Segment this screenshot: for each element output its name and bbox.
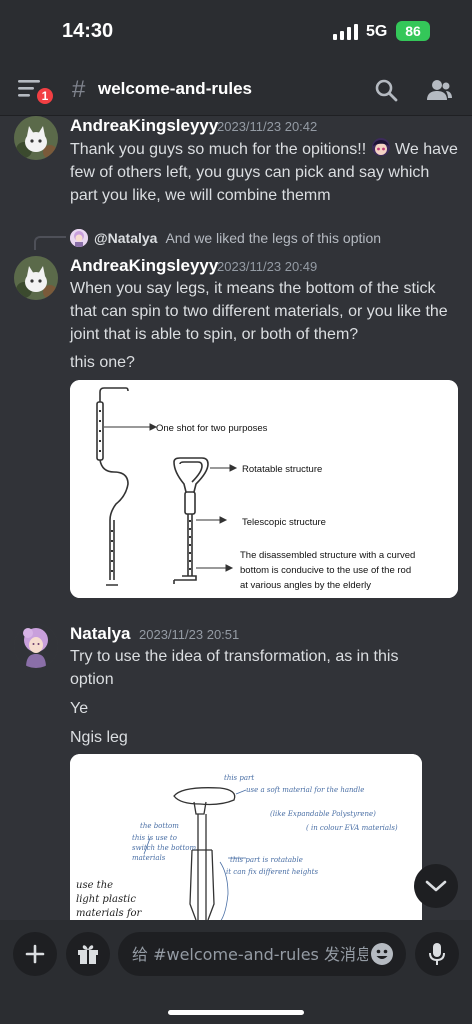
- network-type: 5G: [366, 23, 388, 40]
- search-icon[interactable]: [374, 78, 398, 102]
- message-content: When you say legs, it means the bottom o…: [70, 280, 448, 343]
- message-timestamp: 2023/11/23 20:42: [217, 119, 318, 134]
- sketch-note: use a soft material for the handle: [246, 786, 364, 794]
- sketch-note: the bottom: [140, 822, 179, 830]
- message-input[interactable]: [132, 932, 368, 976]
- message-author[interactable]: AndreaKingsleyyy: [70, 256, 218, 276]
- message-content: this one?: [70, 354, 135, 371]
- reply-preview[interactable]: @Natalya And we liked the legs of this o…: [70, 228, 381, 248]
- message-timestamp: 2023/11/23 20:51: [139, 627, 240, 642]
- message-timestamp: 2023/11/23 20:49: [217, 259, 318, 274]
- message-content: Try to use the idea of transformation, a…: [70, 648, 399, 688]
- cat-avatar-icon: [14, 256, 58, 300]
- channel-title[interactable]: welcome-and-rules: [98, 79, 252, 99]
- diagram-label: One shot for two purposes: [156, 423, 268, 434]
- unread-badge: 1: [35, 86, 55, 106]
- avatar[interactable]: [14, 256, 58, 300]
- message-content: Ye: [70, 700, 89, 717]
- voice-message-button[interactable]: [415, 932, 459, 976]
- sketch-note: (like Expandable Polystyrene): [270, 810, 376, 818]
- add-button[interactable]: [13, 932, 57, 976]
- microphone-icon: [429, 943, 445, 965]
- girl-avatar-icon: [70, 229, 88, 247]
- message-author[interactable]: Natalya: [70, 624, 130, 644]
- image-attachment[interactable]: One shot for two purposes Rotatable stru…: [70, 380, 458, 598]
- reply-text: And we liked the legs of this option: [165, 230, 382, 246]
- diagram-label: at various angles by the elderly: [240, 580, 371, 591]
- channel-header: 1 # welcome-and-rules: [0, 62, 472, 116]
- gift-button[interactable]: [66, 932, 110, 976]
- home-indicator[interactable]: [168, 1010, 304, 1015]
- battery-level: 86: [405, 23, 421, 39]
- sketch-note: it can fix different heights: [226, 868, 318, 876]
- battery-icon: 86: [396, 21, 430, 41]
- gift-icon: [78, 945, 98, 964]
- channel-hash-icon: #: [72, 76, 86, 103]
- status-time: 14:30: [62, 20, 114, 42]
- scroll-to-bottom-button[interactable]: [414, 864, 458, 908]
- message-content: Thank you guys so much for the opitions!…: [70, 137, 460, 207]
- anime-emoji-icon: [371, 138, 390, 156]
- message-composer-bar: [0, 920, 472, 1024]
- avatar[interactable]: [14, 116, 58, 160]
- diagram-label: Telescopic structure: [242, 517, 326, 528]
- sketch-note: materials for: [76, 908, 143, 919]
- cellular-signal-icon: [333, 24, 358, 40]
- reply-connector: [34, 236, 66, 250]
- emoji-icon[interactable]: [370, 942, 394, 966]
- sketch-note: this part is rotatable: [230, 856, 303, 864]
- diagram-label: bottom is conducive to the use of the ro…: [240, 565, 411, 576]
- reply-mention[interactable]: @Natalya: [94, 230, 157, 246]
- diagram-label: The disassembled structure with a curved: [240, 550, 415, 561]
- sketch-note: light plastic: [76, 894, 136, 905]
- cat-avatar-icon: [14, 116, 58, 160]
- plus-icon: [25, 944, 45, 964]
- sketch-note: ( in colour EVA materials): [306, 824, 398, 832]
- avatar[interactable]: [14, 624, 58, 668]
- status-bar: 14:30 5G 86: [0, 0, 472, 62]
- sketch-note: this part: [224, 774, 254, 782]
- girl-avatar-icon: [14, 624, 58, 668]
- sketch-note: this is use to: [132, 834, 177, 842]
- cane-sketch: this part use a soft material for the ha…: [70, 754, 422, 934]
- message-author[interactable]: AndreaKingsleyyy: [70, 116, 218, 136]
- sketch-note: materials: [132, 854, 166, 862]
- members-icon[interactable]: [426, 78, 452, 102]
- reply-avatar: [70, 229, 88, 247]
- diagram-label: Rotatable structure: [242, 464, 322, 475]
- cane-diagram: One shot for two purposes Rotatable stru…: [70, 380, 458, 598]
- image-attachment[interactable]: this part use a soft material for the ha…: [70, 754, 422, 934]
- sketch-note: use the: [76, 880, 113, 891]
- sketch-note: switch the bottom: [132, 844, 197, 852]
- message-input-box[interactable]: [118, 932, 406, 976]
- chevron-down-icon: [425, 880, 447, 892]
- message-content: Ngis leg: [70, 729, 128, 746]
